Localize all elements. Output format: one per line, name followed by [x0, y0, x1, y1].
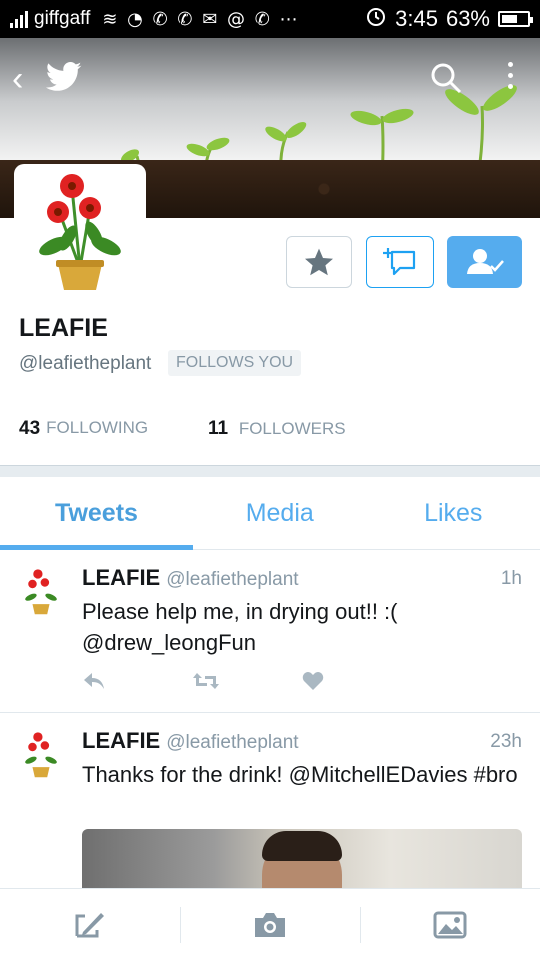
- tweet-author[interactable]: LEAFIE @leafietheplant: [82, 728, 299, 754]
- camera-button[interactable]: [180, 889, 360, 960]
- favorite-button[interactable]: [286, 236, 352, 288]
- retweet-icon[interactable]: [192, 671, 302, 696]
- photo-person-hair: [262, 831, 342, 861]
- status-bar: giffgaff ≋ ◔ ✆ ✆ ✉ @ ✆ ⋯ 3:45 63%: [0, 0, 540, 38]
- carrier-name: giffgaff: [34, 8, 91, 29]
- tweet-author-name: LEAFIE: [82, 728, 161, 753]
- star-icon: [305, 248, 333, 276]
- tweet-author-handle: @leafietheplant: [166, 732, 299, 753]
- tweet-author-handle: @leafietheplant: [166, 569, 299, 590]
- camera-icon: [255, 912, 285, 937]
- gallery-button[interactable]: [360, 889, 540, 960]
- back-button[interactable]: ‹: [12, 60, 23, 99]
- battery-percent: 63%: [445, 6, 490, 31]
- compose-button[interactable]: [0, 889, 180, 960]
- add-message-icon: [383, 248, 416, 276]
- bottom-toolbar: [0, 888, 540, 960]
- signal-icon: [10, 10, 28, 28]
- section-divider: [0, 465, 540, 477]
- profile-handle: @leafietheplant: [19, 353, 152, 374]
- tweet-actions: [82, 671, 412, 696]
- following-label: FOLLOWING: [46, 418, 149, 437]
- heart-icon[interactable]: [302, 671, 412, 696]
- tab-likes[interactable]: Likes: [367, 477, 540, 549]
- following-stat[interactable]: 43 FOLLOWING: [19, 418, 148, 440]
- notification-icons: ≋ ◔ ✆ ✆ ✉ @ ✆ ⋯: [102, 8, 300, 30]
- tweet-author[interactable]: LEAFIE @leafietheplant: [82, 565, 299, 591]
- profile-avatar[interactable]: [14, 164, 146, 296]
- tweet-avatar[interactable]: [20, 567, 62, 615]
- followers-stat[interactable]: 11 FOLLOWERS: [208, 418, 346, 440]
- profile-tabs: Tweets Media Likes: [0, 477, 540, 550]
- tweet-text: Please help me, in drying out!! :( @drew…: [82, 599, 398, 655]
- follows-you-badge: FOLLOWS YOU: [168, 350, 302, 376]
- following-button[interactable]: [447, 236, 522, 288]
- following-user-icon: [466, 249, 504, 274]
- tweet-time: 23h: [490, 731, 522, 752]
- tab-tweets[interactable]: Tweets: [0, 477, 193, 550]
- more-vertical-icon[interactable]: [508, 62, 516, 95]
- tweet-avatar[interactable]: [20, 730, 62, 778]
- gallery-icon: [433, 911, 467, 938]
- send-message-button[interactable]: [366, 236, 434, 288]
- tab-media[interactable]: Media: [193, 477, 367, 549]
- twitter-bird-icon: [46, 62, 82, 97]
- battery-icon: [498, 11, 533, 27]
- tweet-item[interactable]: LEAFIE @leafietheplant 1h Please help me,…: [0, 551, 540, 713]
- tweet-author-name: LEAFIE: [82, 565, 161, 590]
- followers-count: 11: [208, 418, 229, 439]
- search-icon[interactable]: [430, 62, 462, 99]
- tweet-text: Thanks for the drink! @MitchellEDavies #…: [82, 762, 518, 787]
- following-count: 43: [19, 418, 41, 439]
- flower-pot-avatar: [39, 174, 121, 290]
- clock: 3:45: [395, 6, 438, 31]
- followers-label: FOLLOWERS: [238, 419, 346, 438]
- reply-icon[interactable]: [82, 671, 192, 696]
- tweet-time: 1h: [500, 568, 522, 589]
- compose-icon: [75, 912, 104, 937]
- alarm-icon: [365, 5, 387, 33]
- profile-name: LEAFIE: [19, 314, 108, 342]
